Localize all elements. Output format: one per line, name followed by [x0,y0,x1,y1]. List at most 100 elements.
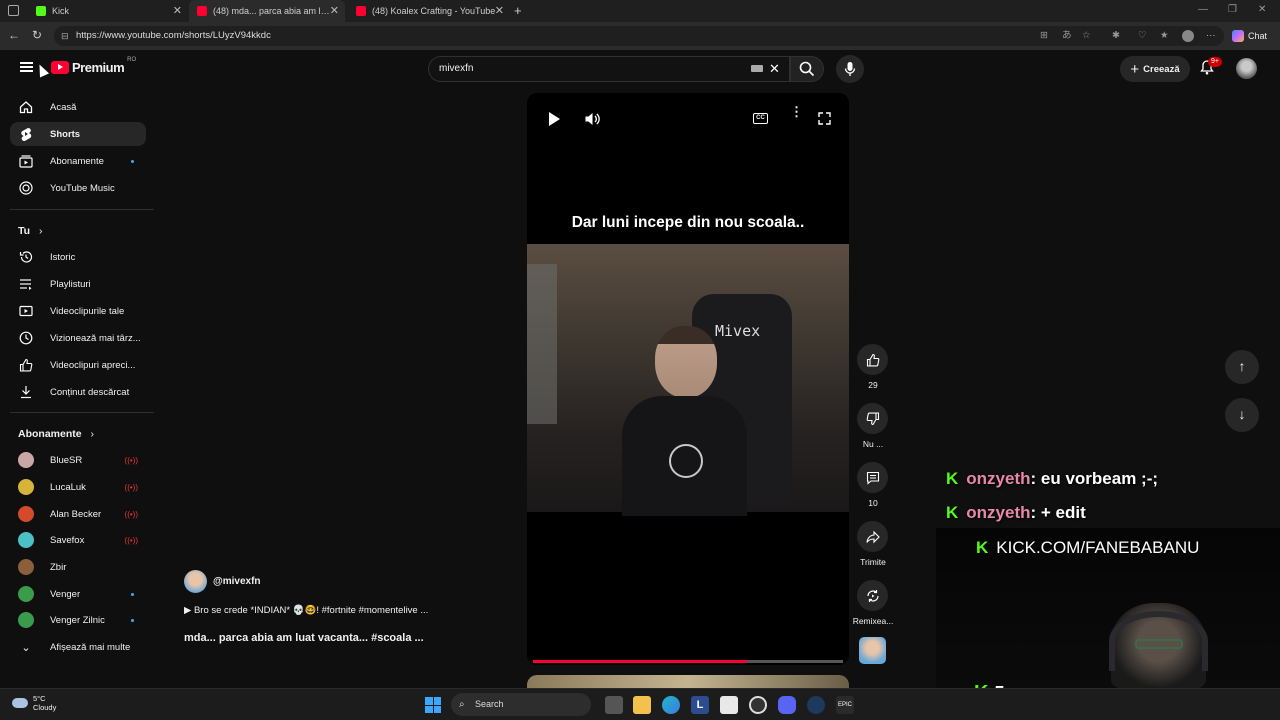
sidebar-item-playlists[interactable]: Playlisturi [10,272,146,296]
volume-icon[interactable] [584,111,600,127]
refresh-icon[interactable]: ↻ [32,28,42,42]
fullscreen-icon[interactable] [818,112,831,125]
video-title[interactable]: mda... parca abia am luat vacanta... #sc… [184,632,424,644]
edge-icon[interactable] [662,696,680,714]
more-options-icon[interactable]: ⋮ [790,105,803,118]
sidebar-channel-bluesr[interactable]: BlueSR ((•)) [10,448,146,472]
youtube-logo[interactable]: Premium RO [51,57,136,75]
app-l-icon[interactable]: L [691,696,709,714]
profile-avatar[interactable] [1182,30,1194,42]
glasses-shape [1135,639,1183,649]
video-description[interactable]: ▶ Bro se crede *INDIAN* 💀🤓! #fortnite #m… [184,605,428,616]
file-explorer-icon[interactable] [633,696,651,714]
sidebar-item-shorts[interactable]: Shorts [10,122,146,146]
section-you-header[interactable]: Tu › [18,225,42,237]
minimize-icon[interactable]: — [1198,4,1208,15]
avatar [18,452,34,468]
sidebar-channel-venger[interactable]: Venger [10,582,146,606]
tab-actions-icon[interactable] [8,5,19,16]
comment-count: 10 [868,498,878,508]
favorite-star-icon[interactable]: ☆ [1082,26,1091,46]
search-input[interactable]: mivexfn ✕ [428,56,790,82]
sidebar-channel-savefox[interactable]: Savefox ((•)) [10,528,146,552]
sidebar-item-home[interactable]: Acasă [10,95,146,119]
taskbar-search[interactable]: ⌕ Search [451,693,591,716]
collections-icon[interactable]: ♡ [1138,26,1147,46]
next-short-preview[interactable] [527,675,849,688]
sidebar-show-more[interactable]: ⌄ Afișează mai multe [10,635,146,659]
start-button[interactable] [425,697,441,713]
sidebar-channel-lucaluk[interactable]: LucaLuk ((•)) [10,475,146,499]
notifications-button[interactable]: 9+ [1200,57,1222,78]
comments-button[interactable] [857,462,888,493]
close-icon[interactable]: ✕ [495,4,504,17]
search-button[interactable] [790,56,824,82]
next-short-button[interactable]: ↓ [1225,398,1259,432]
previous-short-button[interactable]: ↑ [1225,350,1259,384]
obs-icon[interactable] [749,696,767,714]
extensions-icon[interactable]: ✱ [1112,26,1120,46]
section-subscriptions-header[interactable]: Abonamente › [18,428,94,440]
sidebar-item-label: Shorts [50,128,81,140]
new-tab-icon[interactable]: + [514,3,522,18]
close-icon[interactable]: ✕ [330,4,339,17]
tab-kick[interactable]: Kick ✕ [28,0,188,22]
shorts-player[interactable]: CC ⋮ Dar luni incepe din nou scoala.. Mi… [527,93,849,665]
notification-badge: 9+ [1208,57,1222,67]
sound-thumbnail[interactable] [859,637,886,664]
menu-icon[interactable] [20,62,33,72]
your-videos-icon [17,302,35,320]
more-icon[interactable]: ··· [1206,26,1216,46]
sidebar-item-youtube-music[interactable]: YouTube Music [10,176,146,200]
sidebar-item-your-videos[interactable]: Videoclipurile tale [10,299,146,323]
sidebar-item-label: Videoclipuri apreci... [50,359,136,371]
remix-button[interactable] [857,580,888,611]
tab-koalex[interactable]: (48) Koalex Crafting - YouTube ✕ [348,0,510,22]
sidebar-item-subscriptions[interactable]: Abonamente [10,149,146,173]
sidebar-channel-zbir[interactable]: Zbir [10,555,146,579]
channel-name: Zbir [50,561,67,573]
restore-icon[interactable]: ❐ [1228,4,1237,15]
copilot-chat-button[interactable]: Chat [1232,27,1267,45]
steam-icon[interactable] [807,696,825,714]
site-info-icon[interactable]: ⊟ [61,26,69,46]
history-icon [17,248,35,266]
tab-shorts[interactable]: (48) mda... parca abia am luat vacanta..… [189,0,345,22]
keyboard-icon[interactable] [751,65,763,72]
channel-info[interactable]: @mivexfn [184,570,261,593]
sidebar-channel-venger-zilnic[interactable]: Venger Zilnic [10,608,146,632]
account-avatar[interactable] [1236,58,1257,79]
epic-games-icon[interactable]: EPIC [836,696,854,714]
sidebar-item-watch-later[interactable]: Vizionează mai târz... [10,326,146,350]
captions-icon[interactable]: CC [753,113,768,124]
discord-icon[interactable] [778,696,796,714]
share-button[interactable] [857,521,888,552]
sidebar-channel-alan-becker[interactable]: Alan Becker ((•)) [10,502,146,526]
sidebar-item-liked-videos[interactable]: Videoclipuri apreci... [10,353,146,377]
sidebar-item-history[interactable]: Istoric [10,245,146,269]
create-button[interactable]: + Creează [1120,56,1190,82]
close-icon[interactable]: ✕ [173,4,182,17]
like-button[interactable] [857,344,888,375]
weather-condition: Cloudy [33,703,57,712]
favorites-icon[interactable]: ★ [1160,26,1169,46]
progress-bar[interactable] [533,660,843,663]
dislike-button[interactable] [857,403,888,434]
weather-widget[interactable]: 5°C Cloudy [12,694,56,712]
close-window-icon[interactable]: ✕ [1258,4,1266,15]
address-field[interactable]: ⊟ https://www.youtube.com/shorts/LUyzV94… [54,26,1224,46]
cloud-icon [12,698,28,708]
search-value: mivexfn [439,63,474,74]
voice-search-button[interactable] [836,55,864,83]
task-view-icon[interactable] [605,696,623,714]
sidebar-item-downloads[interactable]: Conținut descărcat [10,380,146,404]
store-icon[interactable] [720,696,738,714]
read-aloud-icon[interactable]: ⊞ [1040,26,1048,46]
new-content-dot [131,618,134,622]
chat-label: Chat [1248,31,1268,41]
translate-icon[interactable]: あ [1062,26,1072,46]
clear-search-icon[interactable]: ✕ [769,57,780,81]
sidebar-item-label: YouTube Music [50,182,115,194]
back-icon[interactable]: ← [8,28,20,42]
play-icon[interactable] [549,112,560,126]
